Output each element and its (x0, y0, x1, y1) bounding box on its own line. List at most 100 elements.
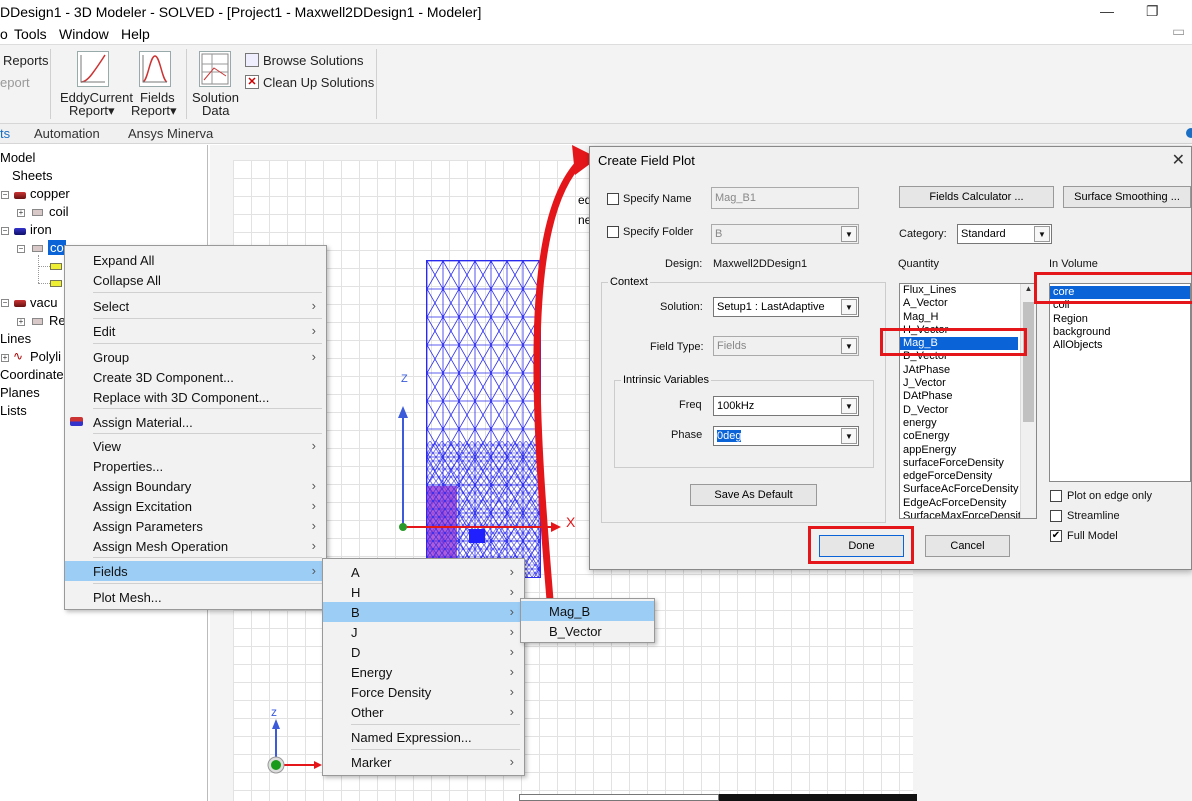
in-volume-label: In Volume (1049, 258, 1098, 270)
quantity-list-item[interactable]: A_Vector (900, 297, 1018, 310)
annotation-box-done (808, 526, 914, 564)
volume-list-item[interactable]: Region (1050, 313, 1190, 326)
freq-combo[interactable]: 100kHz ▼ (713, 396, 859, 416)
fields-calculator-button[interactable]: Fields Calculator ... (899, 186, 1054, 208)
phase-label: Phase (671, 429, 703, 441)
menu-item-other[interactable]: Other › (323, 702, 524, 722)
specify-folder-checkbox[interactable] (607, 226, 619, 238)
menu-item-energy[interactable]: Energy › (323, 662, 524, 682)
menu-item-group[interactable]: Group › (65, 347, 326, 367)
specify-folder-combo[interactable]: B ▼ (711, 224, 859, 244)
assign-material-icon (70, 417, 83, 426)
quantity-list-item[interactable]: SurfaceAcForceDensity (900, 483, 1019, 496)
quantity-list-item[interactable]: D_Vector (900, 404, 1018, 417)
menu-item-named-expression[interactable]: Named Expression... (323, 727, 524, 747)
chevron-down-icon: ▼ (1034, 226, 1050, 242)
streamline-checkbox[interactable] (1050, 510, 1062, 522)
plot-on-edge-only-checkbox[interactable] (1050, 490, 1062, 502)
menu-item-mag-b[interactable]: Mag_B (521, 601, 654, 621)
volume-list-item[interactable]: background (1050, 326, 1190, 339)
create-field-plot-dialog: Create Field Plot ✕ Specify Name Mag_B1 … (589, 146, 1192, 570)
menu-item-fields[interactable]: Fields › (65, 561, 326, 581)
specify-name-label: Specify Name (623, 193, 692, 205)
status-field (719, 794, 917, 801)
field-type-combo[interactable]: Fields ▼ (713, 336, 859, 356)
context-menu: Expand All Collapse All Select › Edit › Gr… (64, 245, 327, 610)
chevron-down-icon: ▼ (841, 398, 857, 414)
solution-combo[interactable]: Setup1 : LastAdaptive ▼ (713, 297, 859, 317)
intrinsic-variables-group (614, 380, 874, 468)
menu-item-view[interactable]: View › (65, 436, 326, 456)
context-group-label: Context (608, 276, 650, 288)
quantity-list-item[interactable]: DAtPhase (900, 390, 1018, 403)
phase-combo[interactable]: 0deg ▼ (713, 426, 859, 446)
menu-item-create-3d-component[interactable]: Create 3D Component... (65, 367, 326, 387)
chevron-down-icon: ▼ (841, 299, 857, 315)
specify-name-field[interactable]: Mag_B1 (711, 187, 859, 209)
menu-item-marker[interactable]: Marker › (323, 752, 524, 772)
quantity-listbox[interactable]: Flux_Lines A_Vector Mag_H H_Vector Mag_B B_Ve… (899, 283, 1037, 519)
menu-item-b[interactable]: B › (323, 602, 524, 622)
menu-item-select[interactable]: Select › (65, 296, 326, 316)
scrollbar-thumb[interactable] (1023, 302, 1034, 422)
design-value: Maxwell2DDesign1 (713, 258, 808, 270)
design-label: Design: (665, 258, 703, 270)
quantity-list-item[interactable]: J_Vector (900, 377, 1018, 390)
quantity-list-item[interactable]: energy (900, 417, 1018, 430)
menu-item-assign-excitation[interactable]: Assign Excitation › (65, 496, 326, 516)
annotation-box-core (1034, 272, 1192, 304)
menu-item-expand-all[interactable]: Expand All (65, 250, 326, 270)
streamline-label: Streamline (1067, 510, 1120, 522)
menu-item-assign-parameters[interactable]: Assign Parameters › (65, 516, 326, 536)
menu-item-properties[interactable]: Properties... (65, 456, 326, 476)
full-model-checkbox[interactable]: ✔ (1050, 530, 1062, 542)
save-as-default-button[interactable]: Save As Default (690, 484, 817, 506)
status-field (519, 794, 719, 801)
cancel-button[interactable]: Cancel (925, 535, 1010, 557)
chevron-down-icon: ▼ (841, 226, 857, 242)
menu-item-edit[interactable]: Edit › (65, 321, 326, 341)
menu-item-plot-mesh[interactable]: Plot Mesh... (65, 587, 326, 607)
quantity-list-item[interactable]: EdgeAcForceDensity (900, 497, 1018, 510)
quantity-list-item[interactable]: JAtPhase (900, 364, 1018, 377)
quantity-label: Quantity (898, 258, 939, 270)
quantity-list-item[interactable]: Mag_H (900, 311, 1018, 324)
menu-separator (93, 343, 322, 344)
menu-item-assign-boundary[interactable]: Assign Boundary › (65, 476, 326, 496)
in-volume-listbox[interactable]: core coil Region background AllObjects (1049, 283, 1191, 482)
menu-item-assign-mesh-operation[interactable]: Assign Mesh Operation › (65, 536, 326, 556)
menu-item-collapse-all[interactable]: Collapse All (65, 270, 326, 290)
surface-smoothing-button[interactable]: Surface Smoothing ... (1063, 186, 1191, 208)
menu-item-force-density[interactable]: Force Density › (323, 682, 524, 702)
menu-separator (93, 408, 322, 409)
quantity-list-item[interactable]: surfaceForceDensity (900, 457, 1018, 470)
annotation-box-mag-b (880, 328, 1027, 356)
volume-list-item[interactable]: AllObjects (1050, 339, 1190, 352)
b-submenu: Mag_B B_Vector (520, 598, 655, 643)
field-type-label: Field Type: (650, 341, 704, 353)
menu-item-a[interactable]: A › (323, 562, 524, 582)
quantity-list-item[interactable]: coEnergy (900, 430, 1018, 443)
menu-separator (93, 557, 322, 558)
quantity-list-item[interactable]: Flux_Lines (900, 284, 1018, 297)
chevron-down-icon: ▼ (841, 338, 857, 354)
fields-submenu: A › H › B › J › D › Energy › Force Density › Ot… (322, 558, 525, 776)
specify-folder-label: Specify Folder (623, 226, 694, 238)
quantity-list-item[interactable]: SurfaceMaxForceDensit (900, 510, 1021, 518)
close-icon[interactable]: ✕ (1172, 150, 1185, 170)
menu-item-d[interactable]: D › (323, 642, 524, 662)
category-combo[interactable]: Standard ▼ (957, 224, 1052, 244)
quantity-scrollbar[interactable]: ▲ (1020, 284, 1036, 518)
quantity-list-item[interactable]: edgeForceDensity (900, 470, 1018, 483)
menu-item-replace-3d-component[interactable]: Replace with 3D Component... (65, 387, 326, 407)
menu-separator (351, 724, 520, 725)
specify-name-checkbox[interactable] (607, 193, 619, 205)
plot-on-edge-only-label: Plot on edge only (1067, 490, 1153, 502)
dialog-title: Create Field Plot (598, 153, 695, 168)
quantity-list-item[interactable]: appEnergy (900, 444, 1018, 457)
menu-item-j[interactable]: J › (323, 622, 524, 642)
menu-separator (93, 583, 322, 584)
menu-item-b-vector[interactable]: B_Vector (521, 621, 654, 641)
menu-item-assign-material[interactable]: Assign Material... (65, 412, 326, 432)
menu-item-h[interactable]: H › (323, 582, 524, 602)
